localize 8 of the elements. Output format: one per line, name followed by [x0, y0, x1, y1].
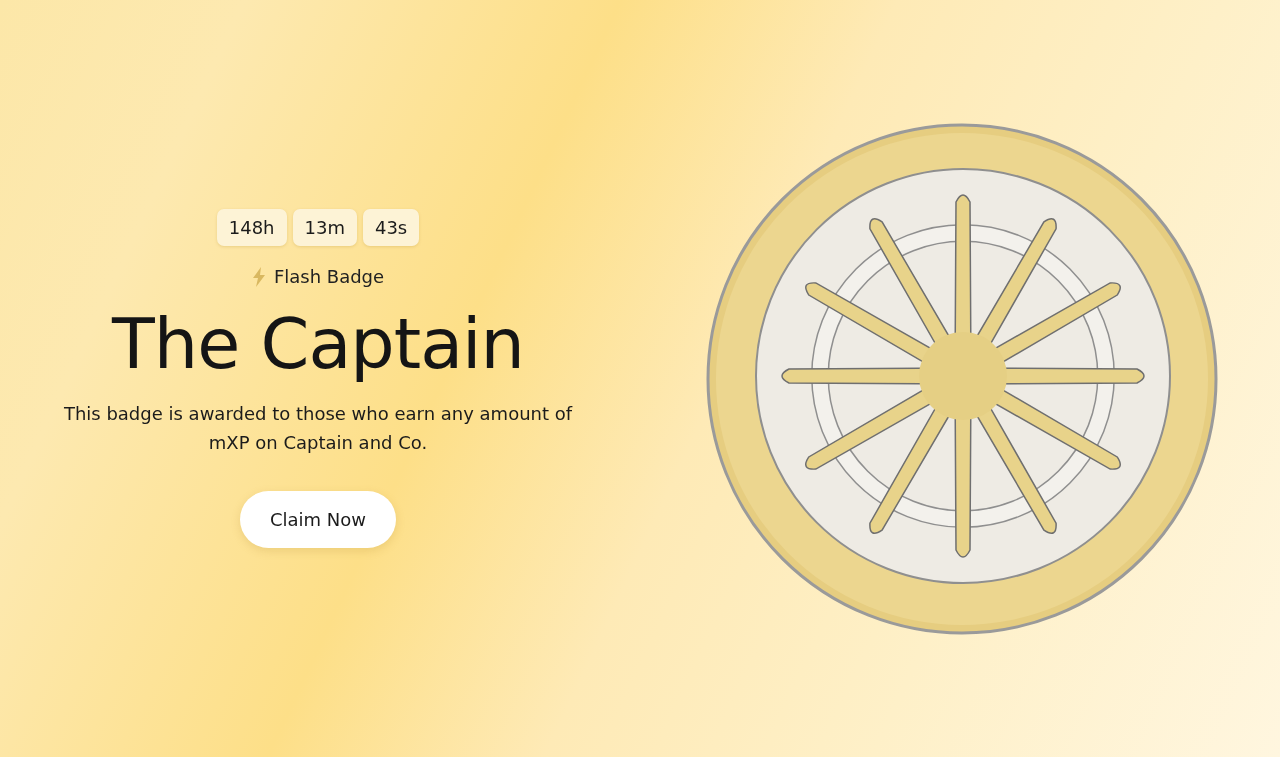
- badge-type-label: Flash Badge: [273, 266, 385, 287]
- claim-button[interactable]: Claim Now: [239, 491, 397, 548]
- countdown-chip: 43s: [362, 209, 420, 246]
- countdown-chip: 148h: [216, 209, 287, 246]
- countdown-chip: 13m: [292, 209, 357, 246]
- lightning-icon: [251, 266, 266, 287]
- badge-title: The Captain: [112, 303, 524, 385]
- badge-description: This badge is awarded to those who earn any amount of mXP on Captain and Co.: [62, 402, 574, 455]
